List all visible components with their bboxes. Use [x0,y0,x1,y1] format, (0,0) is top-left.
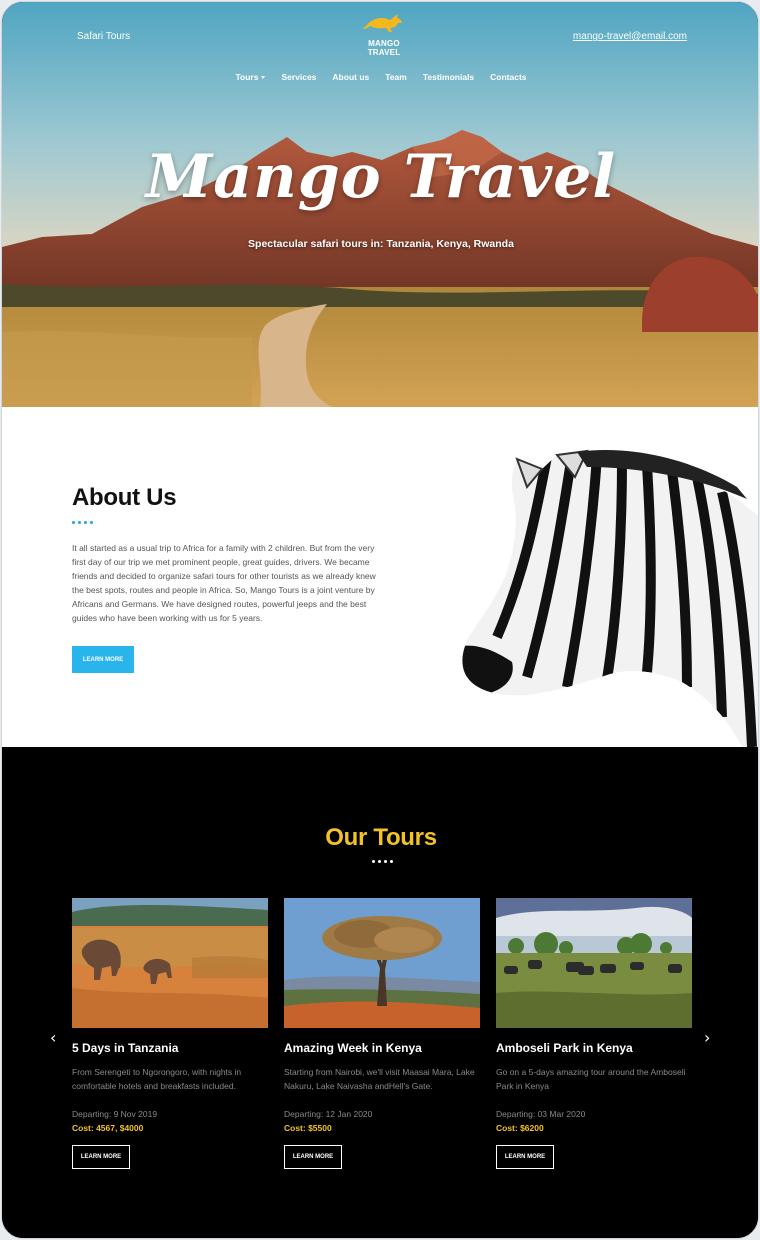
tour-cost: Cost: 4567, $4000 [72,1123,144,1133]
nav-item-testimonials[interactable]: Testimonials [415,72,482,82]
about-title: About Us [72,484,177,511]
chevron-right-icon[interactable]: › [704,1028,710,1047]
tour-description: Starting from Nairobi, we'll visit Maasa… [284,1067,475,1091]
tour-title: Amazing Week in Kenya [284,1041,422,1055]
nav-item-label: Testimonials [422,72,475,82]
tours-title: Our Tours [325,824,437,851]
hero-title: Mango Travel [145,142,617,212]
tour-departing: Departing: 9 Nov 2019 [72,1109,158,1119]
nav-item-label: Contacts [490,72,527,82]
tour-cost: Cost: $6200 [496,1123,544,1133]
tour-image-acacia-tree[interactable] [284,898,480,1028]
nav-item-tours[interactable]: Tours [227,72,273,82]
nav-item-label: Tours [235,72,259,82]
tour-image-elephants[interactable] [72,898,268,1028]
nav-item-contacts[interactable]: Contacts [482,72,534,82]
nav-item-label: Team [385,72,407,82]
about-section: About Us It all started as a usual trip … [2,407,758,747]
tour-description: From Serengeti to Ngorongoro, with night… [72,1067,242,1091]
tour-card: Amazing Week in Kenya Starting from Nair… [284,898,480,1169]
hero-subtitle: Spectacular safari tours in: Tanzania, K… [248,238,514,250]
tour-image-wildebeest[interactable] [496,898,692,1028]
hero-section: Safari Tours MANGO TRAVEL mango-travel@e… [2,2,758,407]
tour-departing: Departing: 03 Mar 2020 [496,1109,586,1119]
tour-description: Go on a 5-days amazing tour around the A… [496,1067,686,1091]
email-link[interactable]: mango-travel@email.com [573,31,687,42]
nav-item-team[interactable]: Team [377,72,415,82]
section-divider-dots [372,860,393,863]
tour-title: Amboseli Park in Kenya [496,1041,633,1055]
chevron-down-icon [261,75,266,79]
nav-item-label: About us [332,72,370,82]
tour-learn-more-button[interactable]: LEARN MORE [284,1145,342,1169]
page-frame: Safari Tours MANGO TRAVEL mango-travel@e… [1,1,759,1239]
chevron-left-icon[interactable]: ‹ [50,1028,56,1047]
tour-card: Amboseli Park in Kenya Go on a 5-days am… [496,898,692,1169]
zebra-image [462,449,758,747]
section-divider-dots [72,521,93,524]
tour-cost: Cost: $5500 [284,1123,332,1133]
tour-title: 5 Days in Tanzania [72,1041,179,1055]
about-text: It all started as a usual trip to Africa… [72,543,376,623]
tours-section: Our Tours ‹ › 5 Days in Tanzania From Se… [2,747,758,1238]
tour-departing: Departing: 12 Jan 2020 [284,1109,373,1119]
about-learn-more-button[interactable]: LEARN MORE [72,646,134,673]
tour-card: 5 Days in Tanzania From Serengeti to Ngo… [72,898,268,1169]
kangaroo-logo-icon [363,14,402,32]
tour-learn-more-button[interactable]: LEARN MORE [496,1145,554,1169]
header-tagline: Safari Tours [77,31,131,42]
nav-item-label: Services [281,72,317,82]
nav-item-about-us[interactable]: About us [324,72,377,82]
main-nav: Tours Services About us Team Testimonial… [2,72,758,82]
brand-logo[interactable]: MANGO TRAVEL [354,12,414,57]
brand-name: MANGO TRAVEL [367,39,401,57]
tour-learn-more-button[interactable]: LEARN MORE [72,1145,130,1169]
nav-item-services[interactable]: Services [273,72,324,82]
